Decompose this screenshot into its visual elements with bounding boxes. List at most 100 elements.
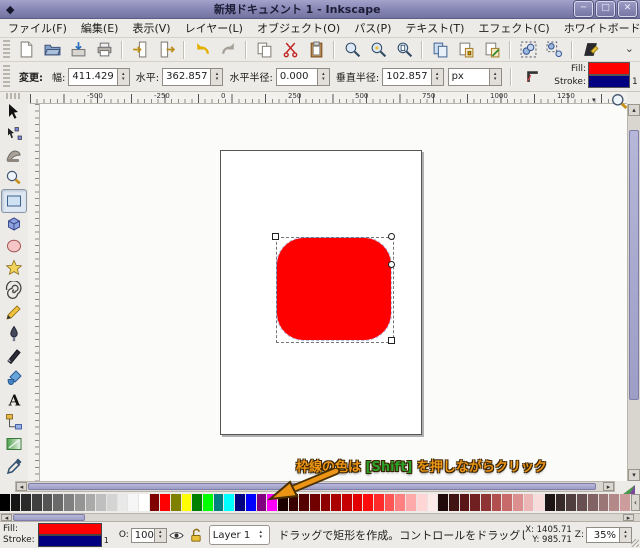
opacity-spinbox[interactable]: 100▴▾ bbox=[131, 528, 167, 543]
palette-scroll-right-button[interactable]: ▸ bbox=[623, 514, 634, 521]
palette-swatch[interactable] bbox=[534, 494, 545, 511]
palette-swatch[interactable] bbox=[353, 494, 364, 511]
palette-swatch[interactable] bbox=[171, 494, 182, 511]
palette-swatch[interactable] bbox=[556, 494, 567, 511]
palette-swatch[interactable] bbox=[150, 494, 161, 511]
palette-swatch[interactable] bbox=[246, 494, 257, 511]
palette-swatch[interactable] bbox=[524, 494, 535, 511]
title-bar[interactable]: ◆ 新規ドキュメント 1 - Inkscape ─ □ ✕ bbox=[0, 0, 640, 19]
zoom-spinbox[interactable]: 35%▴▾ bbox=[586, 527, 632, 543]
palette-swatch[interactable] bbox=[406, 494, 417, 511]
toolbar-overflow-chevron[interactable]: ⌄ bbox=[625, 42, 634, 55]
stroke-color-swatch[interactable] bbox=[38, 535, 102, 547]
menu-path[interactable]: パス(P) bbox=[354, 20, 391, 36]
resize-handle-bottom-right[interactable] bbox=[388, 337, 395, 344]
fill-stroke-indicator[interactable]: Fill: Stroke: 1 bbox=[3, 523, 113, 547]
palette-swatch[interactable] bbox=[214, 494, 225, 511]
zoom-to-drawing-button[interactable] bbox=[367, 39, 389, 61]
selector-tool[interactable] bbox=[2, 101, 26, 123]
palette-swatch[interactable] bbox=[11, 494, 22, 511]
print-button[interactable] bbox=[93, 39, 115, 61]
menu-whiteboard[interactable]: ホワイトボード(R) bbox=[564, 20, 640, 36]
toolbar-grip[interactable] bbox=[3, 40, 10, 58]
palette-swatch[interactable] bbox=[577, 494, 588, 511]
minimize-button[interactable]: ─ bbox=[574, 1, 593, 17]
calligraphy-tool[interactable] bbox=[2, 345, 26, 367]
connector-tool[interactable] bbox=[2, 411, 26, 433]
spinner-arrows-icon[interactable]: ▴▾ bbox=[118, 68, 130, 86]
radius-handle-ry[interactable] bbox=[388, 261, 395, 268]
palette-swatch[interactable] bbox=[588, 494, 599, 511]
palette-scroll-thumb[interactable] bbox=[13, 514, 85, 521]
spinner-arrows-icon[interactable]: ▴▾ bbox=[318, 68, 330, 86]
palette-swatch[interactable] bbox=[492, 494, 503, 511]
menu-object[interactable]: オブジェクト(O) bbox=[257, 20, 340, 36]
palette-swatch[interactable] bbox=[43, 494, 54, 511]
ry-spinbox[interactable]: 102.857▴▾ bbox=[382, 68, 443, 86]
palette-swatch[interactable] bbox=[235, 494, 246, 511]
vertical-scrollbar[interactable]: ▴ ▾ bbox=[627, 104, 640, 481]
close-button[interactable]: ✕ bbox=[618, 1, 637, 17]
palette-swatch[interactable] bbox=[96, 494, 107, 511]
palette-swatch[interactable] bbox=[64, 494, 75, 511]
save-document-button[interactable] bbox=[67, 39, 89, 61]
zoom-to-page-button[interactable] bbox=[393, 39, 415, 61]
spiral-tool[interactable] bbox=[2, 279, 26, 301]
palette-swatch[interactable] bbox=[192, 494, 203, 511]
menu-effects[interactable]: エフェクト(C) bbox=[478, 20, 549, 36]
layer-selector[interactable]: Layer 1 ▴▾ bbox=[209, 525, 270, 545]
canvas-viewport[interactable] bbox=[40, 104, 627, 481]
palette-overflow-arrow[interactable]: ‹ bbox=[631, 494, 640, 511]
palette-swatch[interactable] bbox=[481, 494, 492, 511]
stroke-color-swatch[interactable] bbox=[588, 75, 630, 88]
palette-swatch[interactable] bbox=[0, 494, 11, 511]
palette-swatch[interactable] bbox=[417, 494, 428, 511]
pen-tool[interactable] bbox=[2, 323, 26, 345]
undo-button[interactable] bbox=[191, 39, 213, 61]
paint-bucket-tool[interactable] bbox=[2, 367, 26, 389]
palette-swatch[interactable] bbox=[620, 494, 631, 511]
palette-swatch[interactable] bbox=[75, 494, 86, 511]
palette-swatch[interactable] bbox=[609, 494, 620, 511]
rectangle-tool[interactable] bbox=[1, 189, 27, 213]
palette-swatch[interactable] bbox=[502, 494, 513, 511]
spinner-arrows-icon[interactable]: ▴▾ bbox=[432, 68, 444, 86]
palette-swatch[interactable] bbox=[342, 494, 353, 511]
palette-swatch[interactable] bbox=[449, 494, 460, 511]
new-document-button[interactable] bbox=[15, 39, 37, 61]
3d-box-tool[interactable] bbox=[2, 213, 26, 235]
palette-scrollbar[interactable]: ◂ ▸ bbox=[0, 513, 640, 521]
palette-swatch[interactable] bbox=[160, 494, 171, 511]
zoom-value[interactable]: 35% bbox=[586, 527, 620, 543]
scroll-left-button[interactable]: ◂ bbox=[16, 482, 27, 491]
palette-swatch[interactable] bbox=[53, 494, 64, 511]
create-clone-button[interactable] bbox=[455, 39, 477, 61]
palette-swatch[interactable] bbox=[395, 494, 406, 511]
palette-swatch[interactable] bbox=[545, 494, 556, 511]
rounded-rectangle-shape[interactable] bbox=[277, 238, 391, 340]
scroll-down-button[interactable]: ▾ bbox=[628, 469, 640, 481]
import-button[interactable] bbox=[129, 39, 151, 61]
spinner-arrows-icon[interactable]: ▴▾ bbox=[211, 68, 223, 86]
palette-swatch[interactable] bbox=[224, 494, 235, 511]
palette-swatch[interactable] bbox=[139, 494, 150, 511]
scroll-right-button[interactable]: ▸ bbox=[603, 482, 614, 491]
menu-layer[interactable]: レイヤー(L) bbox=[185, 20, 243, 36]
palette-swatch[interactable] bbox=[385, 494, 396, 511]
xml-editor-button[interactable] bbox=[579, 39, 601, 61]
menu-file[interactable]: ファイル(F) bbox=[8, 20, 67, 36]
duplicate-button[interactable] bbox=[429, 39, 451, 61]
palette-swatch[interactable] bbox=[21, 494, 32, 511]
cms-toggle-icon[interactable] bbox=[621, 481, 636, 493]
layer-visibility-eye-icon[interactable] bbox=[169, 528, 184, 543]
maximize-button[interactable]: □ bbox=[596, 1, 615, 17]
unlink-clone-button[interactable] bbox=[481, 39, 503, 61]
horizontal-ruler[interactable]: -750 -500 -250 0 250 500 750 1000 1250 bbox=[30, 92, 627, 104]
export-button[interactable] bbox=[155, 39, 177, 61]
palette-swatch[interactable] bbox=[599, 494, 610, 511]
fill-color-swatch[interactable] bbox=[588, 62, 630, 75]
palette-scroll-left-button[interactable]: ◂ bbox=[1, 514, 12, 521]
palette-swatch[interactable] bbox=[460, 494, 471, 511]
ungroup-button[interactable] bbox=[543, 39, 565, 61]
open-document-button[interactable] bbox=[41, 39, 63, 61]
